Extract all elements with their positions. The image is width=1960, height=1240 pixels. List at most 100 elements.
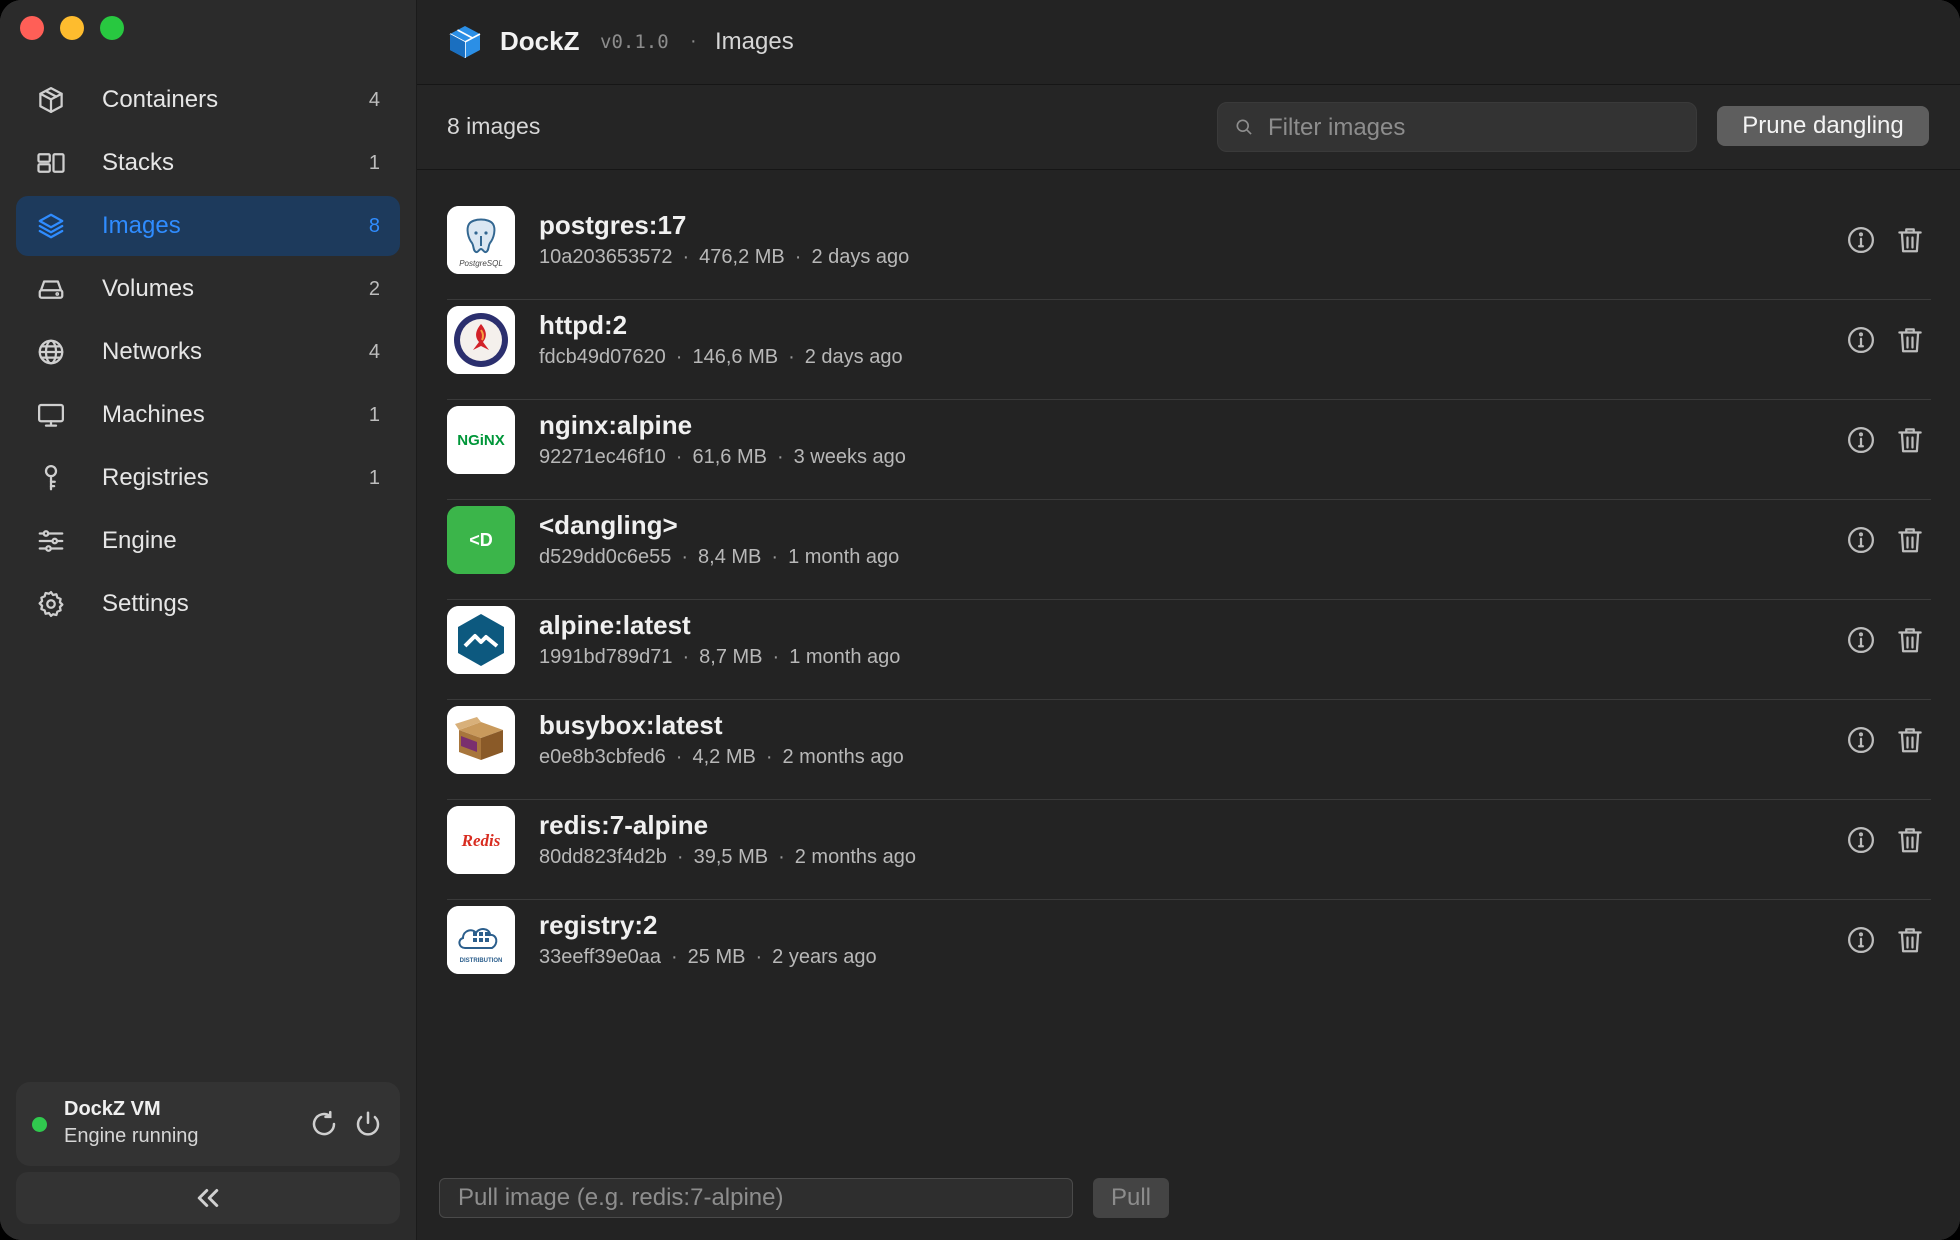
image-delete-button[interactable] xyxy=(1892,922,1928,958)
image-size: 25 MB xyxy=(687,946,746,968)
sidebar-item-machines[interactable]: Machines 1 xyxy=(16,385,400,445)
image-delete-button[interactable] xyxy=(1892,822,1928,858)
sidebar-item-count: 2 xyxy=(368,277,380,300)
drive-icon xyxy=(34,272,68,306)
image-age: 2 days ago xyxy=(804,346,903,368)
image-size: 39,5 MB xyxy=(693,846,769,868)
sidebar-nav: Containers 4 Stacks 1 Images 8 Volumes 2… xyxy=(16,70,400,637)
image-meta: fdcb49d07620 · 146,6 MB · 2 days ago xyxy=(539,346,903,369)
box-icon xyxy=(34,83,68,117)
image-delete-button[interactable] xyxy=(1892,722,1928,758)
image-row[interactable]: busybox:latest e0e8b3cbfed6 · 4,2 MB · 2 mon… xyxy=(447,700,1931,800)
stacks-icon xyxy=(34,146,68,180)
sidebar-item-registries[interactable]: Registries 1 xyxy=(16,448,400,508)
sidebar-item-count: 4 xyxy=(368,340,380,363)
filter-input[interactable] xyxy=(1266,103,1690,153)
meta-separator: · xyxy=(675,346,683,368)
image-row[interactable]: <D <dangling> d529dd0c6e55 · 8,4 MB · 1 mont… xyxy=(447,500,1931,600)
info-icon xyxy=(1848,727,1874,753)
collapse-sidebar-button[interactable] xyxy=(16,1172,400,1224)
image-info-button[interactable] xyxy=(1843,822,1879,858)
dangling-logo-text: <D xyxy=(469,530,493,550)
image-id: 92271ec46f10 xyxy=(539,446,666,468)
sidebar-item-label: Machines xyxy=(102,401,205,428)
pull-button[interactable]: Pull xyxy=(1093,1178,1169,1218)
image-delete-button[interactable] xyxy=(1892,522,1928,558)
sidebar-item-settings[interactable]: Settings xyxy=(16,574,400,634)
image-info-button[interactable] xyxy=(1843,422,1879,458)
sidebar-item-volumes[interactable]: Volumes 2 xyxy=(16,259,400,319)
vm-status-card: DockZ VM Engine running xyxy=(16,1082,400,1166)
app-window: Containers 4 Stacks 1 Images 8 Volumes 2… xyxy=(0,0,1960,1240)
trash-icon xyxy=(1898,328,1922,353)
image-row[interactable]: NGiNX nginx:alpine 92271ec46f10 · 61,6 MB ·… xyxy=(447,400,1931,500)
zoom-window-button[interactable] xyxy=(100,16,124,40)
sidebar-item-label: Images xyxy=(102,212,181,239)
image-row[interactable]: Redis redis:7-alpine 80dd823f4d2b · 39,5 M… xyxy=(447,800,1931,900)
breadcrumb-separator: · xyxy=(690,30,697,52)
power-button[interactable] xyxy=(350,1106,386,1142)
image-meta: 10a203653572 · 476,2 MB · 2 days ago xyxy=(539,246,909,269)
monitor-icon xyxy=(34,398,68,432)
trash-icon xyxy=(1898,228,1922,253)
image-count: 8 images xyxy=(447,113,541,139)
sidebar-item-count: 8 xyxy=(368,214,380,237)
image-info-button[interactable] xyxy=(1843,522,1879,558)
image-size: 8,7 MB xyxy=(699,646,763,668)
image-name: nginx:alpine xyxy=(539,410,693,440)
image-info-button[interactable] xyxy=(1843,322,1879,358)
layers-icon xyxy=(34,209,68,243)
image-id: 80dd823f4d2b xyxy=(539,846,667,868)
pull-image-input[interactable] xyxy=(439,1178,1073,1218)
info-icon xyxy=(1848,627,1874,653)
sidebar-item-count: 1 xyxy=(368,466,380,489)
image-age: 2 years ago xyxy=(772,946,877,968)
image-row[interactable]: DISTRIBUTION registry:2 33eeff39e0aa · 25 … xyxy=(447,900,1931,999)
image-info-button[interactable] xyxy=(1843,222,1879,258)
meta-separator: · xyxy=(772,646,780,668)
busybox-logo xyxy=(447,706,515,774)
sidebar-item-count: 1 xyxy=(368,403,380,426)
image-row[interactable]: alpine:latest 1991bd789d71 · 8,7 MB · 1 mont… xyxy=(447,600,1931,700)
image-info-button[interactable] xyxy=(1843,622,1879,658)
image-info-button[interactable] xyxy=(1843,922,1879,958)
meta-separator: · xyxy=(675,746,683,768)
image-name: alpine:latest xyxy=(539,610,691,640)
image-row[interactable]: httpd:2 fdcb49d07620 · 146,6 MB · 2 days ago xyxy=(447,300,1931,400)
prune-dangling-button[interactable]: Prune dangling xyxy=(1717,106,1929,146)
image-size: 4,2 MB xyxy=(692,746,756,768)
key-icon xyxy=(34,461,68,495)
title-bar: DockZ v0.1.0 · Images xyxy=(417,0,1960,85)
image-id: fdcb49d07620 xyxy=(539,346,666,368)
image-id: 33eeff39e0aa xyxy=(539,946,661,968)
image-delete-button[interactable] xyxy=(1892,422,1928,458)
restart-button[interactable] xyxy=(306,1106,342,1142)
image-row[interactable]: PostgreSQL postgres:17 10a203653572 · 476,… xyxy=(447,200,1931,300)
image-delete-button[interactable] xyxy=(1892,622,1928,658)
apache-logo xyxy=(447,306,515,374)
sidebar-item-containers[interactable]: Containers 4 xyxy=(16,70,400,130)
sidebar-item-label: Registries xyxy=(102,464,209,491)
sidebar-item-networks[interactable]: Networks 4 xyxy=(16,322,400,382)
image-age: 2 months ago xyxy=(794,846,916,868)
image-size: 476,2 MB xyxy=(699,246,785,268)
image-age: 1 month ago xyxy=(789,646,901,668)
info-icon xyxy=(1848,527,1874,553)
sidebar-item-images[interactable]: Images 8 xyxy=(16,196,400,256)
sidebar-item-stacks[interactable]: Stacks 1 xyxy=(16,133,400,193)
trash-icon xyxy=(1898,828,1922,853)
image-delete-button[interactable] xyxy=(1892,222,1928,258)
minimize-window-button[interactable] xyxy=(60,16,84,40)
sidebar-item-count: 1 xyxy=(368,151,380,174)
meta-separator: · xyxy=(771,546,779,568)
meta-separator: · xyxy=(681,546,689,568)
distribution-logo-text: DISTRIBUTION xyxy=(460,958,503,964)
sidebar-item-engine[interactable]: Engine xyxy=(16,511,400,571)
sidebar-item-label: Containers xyxy=(102,86,219,113)
image-delete-button[interactable] xyxy=(1892,322,1928,358)
sidebar-item-label: Networks xyxy=(102,338,203,365)
image-info-button[interactable] xyxy=(1843,722,1879,758)
nginx-logo-text: NGiNX xyxy=(457,432,505,449)
close-window-button[interactable] xyxy=(20,16,44,40)
trash-icon xyxy=(1898,528,1922,553)
